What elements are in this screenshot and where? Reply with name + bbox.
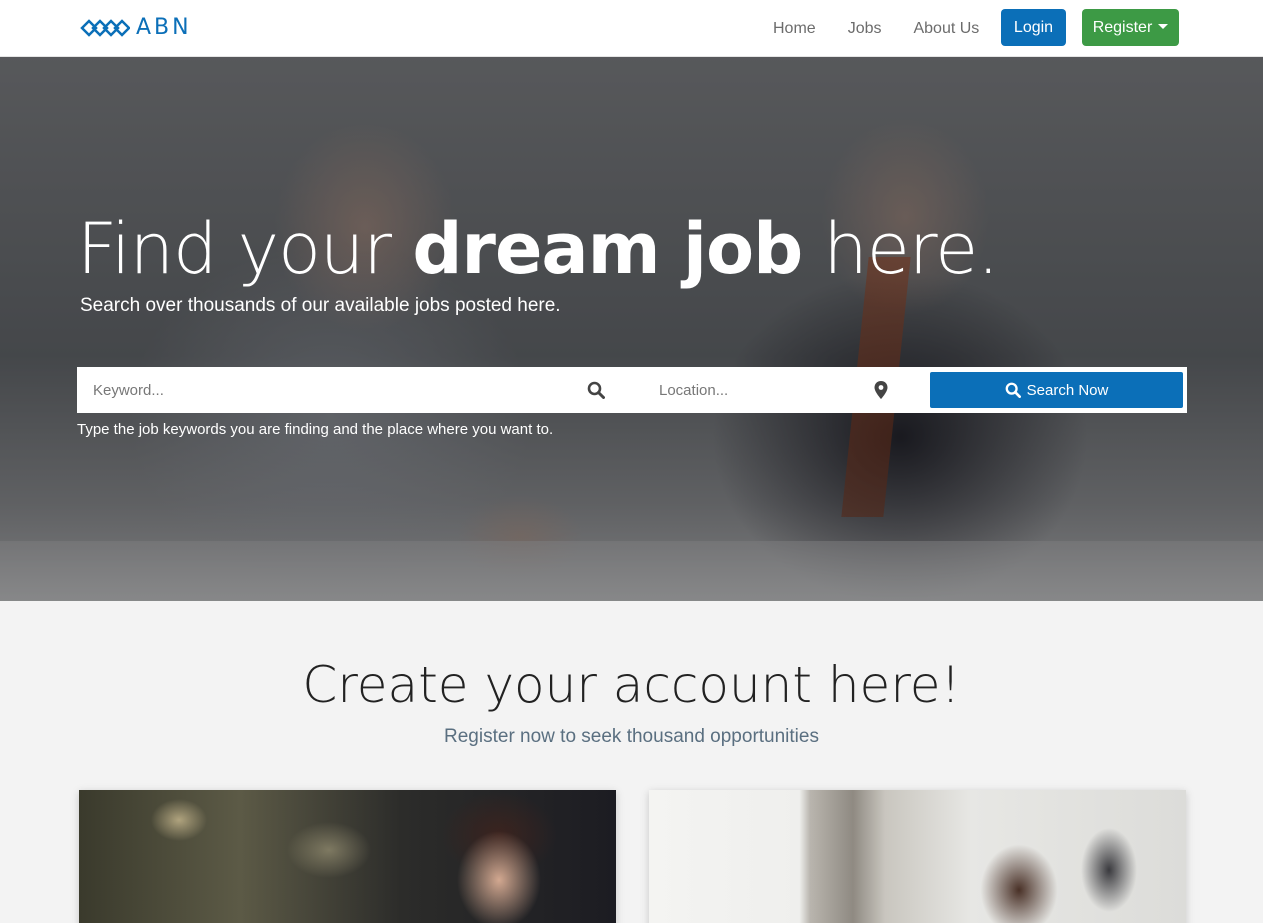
search-icon [1005, 382, 1021, 398]
map-pin-icon [874, 381, 888, 399]
nav-links: Home Jobs About Us [773, 0, 1003, 57]
account-section-title: Create your account here! [302, 656, 961, 714]
login-button[interactable]: Login [1001, 9, 1066, 46]
jobseeker-account-card[interactable] [79, 790, 616, 923]
hero-section: Find your dream job here. Search over th… [0, 57, 1263, 601]
search-now-button[interactable]: Search Now [930, 372, 1183, 408]
nav-link-about-us[interactable]: About Us [913, 20, 979, 38]
keyword-input[interactable] [77, 367, 577, 413]
hero-title-bold: dream job [412, 208, 803, 290]
nav-link-home[interactable]: Home [773, 20, 816, 38]
caret-down-icon [1158, 24, 1169, 29]
login-button-label: Login [1013, 18, 1054, 36]
hero-title: Find your dream job here. [77, 208, 999, 290]
logo-mark-icon [80, 19, 130, 37]
search-now-label: Search Now [1026, 381, 1109, 399]
register-button-label: Register [1092, 18, 1153, 36]
brand-logo[interactable]: ABN [80, 17, 192, 39]
hero-title-part-2: here. [802, 208, 999, 290]
job-search-bar: Search Now [77, 367, 1187, 413]
location-input[interactable] [643, 367, 863, 413]
employer-account-card[interactable] [649, 790, 1186, 923]
nav-link-jobs[interactable]: Jobs [848, 20, 882, 38]
navbar: ABN Home Jobs About Us Login Register [0, 0, 1263, 57]
brand-name: ABN [136, 15, 192, 40]
register-dropdown-button[interactable]: Register [1082, 9, 1179, 46]
search-icon [587, 381, 605, 399]
hero-overlay [0, 57, 1263, 601]
search-hint: Type the job keywords you are finding an… [77, 421, 554, 438]
account-section-subtitle: Register now to seek thousand opportunit… [444, 726, 819, 747]
hero-subtitle: Search over thousands of our available j… [80, 295, 561, 316]
hero-title-part-1: Find your [77, 208, 413, 290]
